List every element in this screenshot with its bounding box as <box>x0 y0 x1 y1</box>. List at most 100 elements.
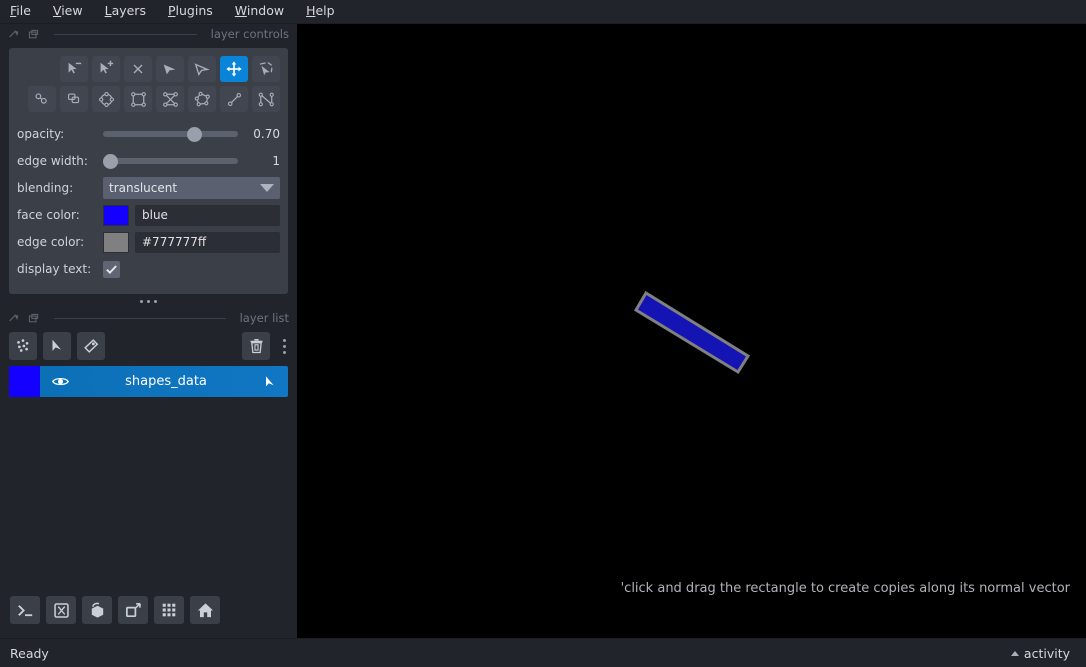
layer-controls-dock-header: layer controls <box>0 24 297 44</box>
add-ellipse-tool[interactable] <box>92 86 120 112</box>
opacity-slider-track <box>103 131 238 137</box>
status-bar: Ready activity <box>0 638 1086 667</box>
activity-label: activity <box>1023 645 1070 661</box>
transform-tool[interactable] <box>252 56 280 82</box>
link-nodes-icon <box>35 93 47 104</box>
add-path-tool[interactable] <box>252 86 280 112</box>
opacity-slider[interactable] <box>103 125 238 143</box>
new-labels-layer-button[interactable] <box>77 332 105 360</box>
chevron-down-icon <box>260 184 274 192</box>
menu-layers[interactable]: Layers <box>105 5 146 18</box>
eye-icon <box>51 377 69 386</box>
layer-controls-panel: opacity: 0.70 edge width: 1 blending: tr… <box>9 48 288 294</box>
new-shapes-layer-button[interactable] <box>43 332 71 360</box>
polygon-icon <box>162 91 178 107</box>
opacity-value: 0.70 <box>253 127 280 141</box>
face-color-label: face color: <box>17 208 80 222</box>
menu-view[interactable]: View <box>53 5 83 18</box>
check-icon <box>106 264 117 274</box>
layer-list-overflow-button[interactable] <box>276 338 292 354</box>
layer-list-dock-header: layer list <box>0 308 297 328</box>
blending-select[interactable]: translucent <box>103 177 280 199</box>
layer-controls-title: layer controls <box>210 27 289 41</box>
popout-dock-icon[interactable] <box>27 28 40 41</box>
shape-copy-tool[interactable] <box>60 86 88 112</box>
panel-splitter[interactable] <box>0 294 297 308</box>
roll-dims-button[interactable] <box>82 596 112 624</box>
menu-plugins[interactable]: Plugins <box>168 5 213 18</box>
path-icon <box>258 92 274 106</box>
add-polygon-lasso-tool[interactable] <box>188 86 216 112</box>
add-polygon-tool[interactable] <box>156 86 184 112</box>
shape-tools-toolbar <box>17 56 280 112</box>
arrow-filled-icon <box>163 64 176 75</box>
status-message: Ready <box>10 645 49 661</box>
popout-dock-icon-2[interactable] <box>27 312 40 325</box>
transform-icon <box>259 62 273 76</box>
display-text-checkbox[interactable] <box>103 260 120 278</box>
transpose-icon <box>125 602 141 617</box>
layer-list-item-shapes-data[interactable]: shapes_data <box>9 366 288 397</box>
labels-tag-icon <box>84 339 99 353</box>
display-text-control-row: display text: <box>17 257 280 281</box>
blending-control-row: blending: translucent <box>17 176 280 200</box>
rectangle-icon <box>130 91 146 107</box>
blending-label: blending: <box>17 181 74 195</box>
rectangle-shape[interactable] <box>633 290 751 375</box>
opacity-slider-handle[interactable] <box>187 126 202 142</box>
shape-ops-tool[interactable] <box>28 86 56 112</box>
activity-button[interactable]: activity <box>1010 645 1070 661</box>
left-panel: layer controls opacity: 0.70 edge width:… <box>0 24 297 638</box>
face-color-input[interactable]: blue <box>135 204 280 226</box>
shape-tools-row-2 <box>28 86 280 112</box>
cube-3d-icon <box>53 602 69 618</box>
select-shapes-tool[interactable] <box>156 56 184 82</box>
edge-color-input[interactable]: #777777ff <box>135 231 280 253</box>
add-rectangle-tool[interactable] <box>124 86 152 112</box>
edge-width-slider-handle[interactable] <box>103 153 118 169</box>
new-points-layer-button[interactable] <box>9 332 37 360</box>
delete-layer-button[interactable] <box>242 332 270 360</box>
vertex-insert-icon <box>100 60 114 74</box>
menu-bar: File View Layers Plugins Window Help <box>0 0 1086 24</box>
layer-type-icon-wrap <box>252 374 288 390</box>
select-vertex-remove-tool[interactable] <box>60 56 88 82</box>
blending-value: translucent <box>109 181 178 195</box>
ndisplay-toggle-button[interactable] <box>46 596 76 624</box>
points-icon <box>17 339 29 352</box>
pan-zoom-tool[interactable] <box>220 56 248 82</box>
dock-divider-2 <box>54 317 226 319</box>
grid-view-button[interactable] <box>154 596 184 624</box>
trash-icon <box>250 338 262 353</box>
select-vertex-insert-tool[interactable] <box>92 56 120 82</box>
dock-divider <box>54 33 197 35</box>
canvas-hint-text: 'click and drag the rectangle to create … <box>620 581 1070 596</box>
delete-shape-icon <box>133 64 143 74</box>
edge-color-swatch[interactable] <box>103 231 129 253</box>
display-text-label: display text: <box>17 262 92 276</box>
layer-list-toolbar <box>0 328 297 366</box>
float-dock-icon[interactable] <box>8 28 21 41</box>
shape-tools-row-1 <box>60 56 280 82</box>
float-dock-icon-2[interactable] <box>8 312 21 325</box>
console-button[interactable] <box>10 596 40 624</box>
menu-help[interactable]: Help <box>306 5 335 18</box>
edge-width-slider[interactable] <box>103 152 238 170</box>
face-color-swatch[interactable] <box>103 204 129 226</box>
direct-select-tool[interactable] <box>188 56 216 82</box>
delete-shape-tool[interactable] <box>124 56 152 82</box>
viewer-canvas[interactable]: 'click and drag the rectangle to create … <box>297 24 1086 638</box>
canvas-shapes-layer <box>633 290 751 375</box>
edge-width-value: 1 <box>272 154 280 168</box>
menu-file[interactable]: File <box>10 5 31 18</box>
home-reset-button[interactable] <box>190 596 220 624</box>
menu-window[interactable]: Window <box>235 5 284 18</box>
move-arrows-icon <box>226 61 242 77</box>
layer-visibility-toggle[interactable] <box>40 372 80 391</box>
transpose-dims-button[interactable] <box>118 596 148 624</box>
edge-width-slider-track <box>103 158 238 164</box>
layer-name-label: shapes_data <box>125 374 207 389</box>
layer-list-title: layer list <box>239 311 289 325</box>
viewer-buttons-bar <box>0 596 297 638</box>
add-line-tool[interactable] <box>220 86 248 112</box>
